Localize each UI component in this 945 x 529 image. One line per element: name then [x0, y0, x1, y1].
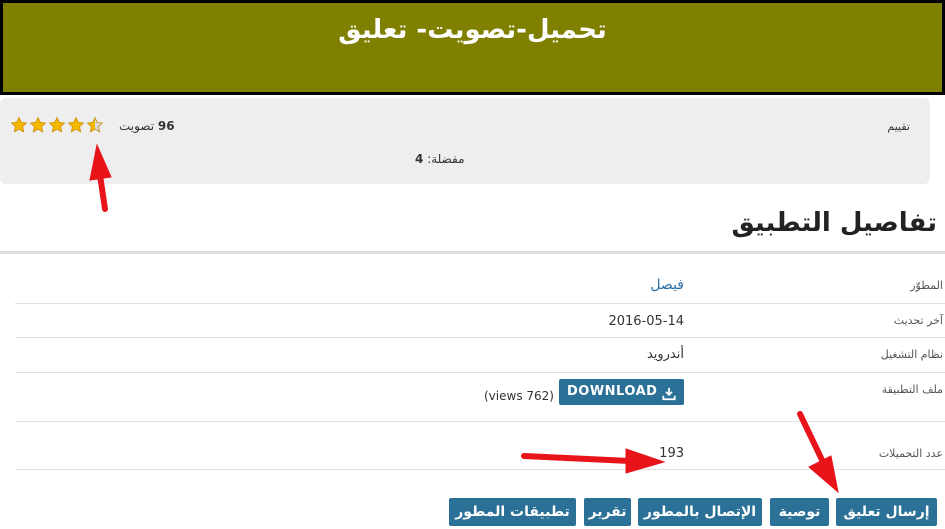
- rating-label: تقييم: [887, 120, 910, 133]
- banner-title: تحميل-تصويت- تعليق: [338, 15, 607, 45]
- star-icon[interactable]: [29, 116, 47, 134]
- contact-developer-button[interactable]: الإتصال بالمطور: [638, 498, 762, 526]
- divider: [15, 337, 945, 338]
- developer-apps-button[interactable]: تطبيقات المطور: [449, 498, 576, 526]
- rating-panel: تقييم 96 تصويت مفضلة: 4: [0, 98, 930, 184]
- developer-label: المطوّر: [910, 279, 943, 292]
- half-star-icon[interactable]: [86, 116, 104, 134]
- downloads-value: 193: [659, 446, 684, 461]
- favorites-number: 4: [415, 152, 424, 166]
- recommend-button[interactable]: توصية: [770, 498, 829, 526]
- favorites-count: مفضلة: 4: [415, 152, 465, 166]
- star-icon[interactable]: [67, 116, 85, 134]
- divider: [0, 251, 945, 254]
- divider: [15, 421, 945, 422]
- download-label: DOWNLOAD: [567, 384, 658, 399]
- updated-label: آخر تحديث: [893, 314, 943, 327]
- divider: [15, 303, 945, 304]
- votes-label: تصويت: [119, 119, 155, 133]
- send-comment-button[interactable]: إرسال تعليق: [836, 498, 937, 526]
- report-button[interactable]: تقرير: [584, 498, 631, 526]
- star-icon[interactable]: [10, 116, 28, 134]
- download-icon: [662, 385, 676, 401]
- votes-number: 96: [157, 119, 175, 133]
- download-button[interactable]: DOWNLOAD: [559, 379, 684, 405]
- views-count: (views 762): [484, 389, 554, 403]
- os-label: نظام التشغيل: [880, 348, 943, 361]
- header-banner: تحميل-تصويت- تعليق: [0, 0, 945, 95]
- divider: [15, 469, 945, 470]
- star-icon[interactable]: [48, 116, 66, 134]
- details-title: تفاصيل التطبيق: [731, 208, 937, 238]
- updated-value: 2016-05-14: [608, 314, 684, 329]
- favorites-label: مفضلة:: [427, 152, 465, 166]
- votes-count: 96 تصويت: [119, 119, 175, 133]
- divider: [15, 372, 945, 373]
- developer-link[interactable]: فيصل: [650, 277, 684, 293]
- downloads-label: عدد التحميلات: [878, 447, 943, 460]
- arrow-downloads: [521, 453, 633, 464]
- file-label: ملف التطبيقة: [881, 383, 943, 396]
- os-value: أندرويد: [646, 347, 684, 362]
